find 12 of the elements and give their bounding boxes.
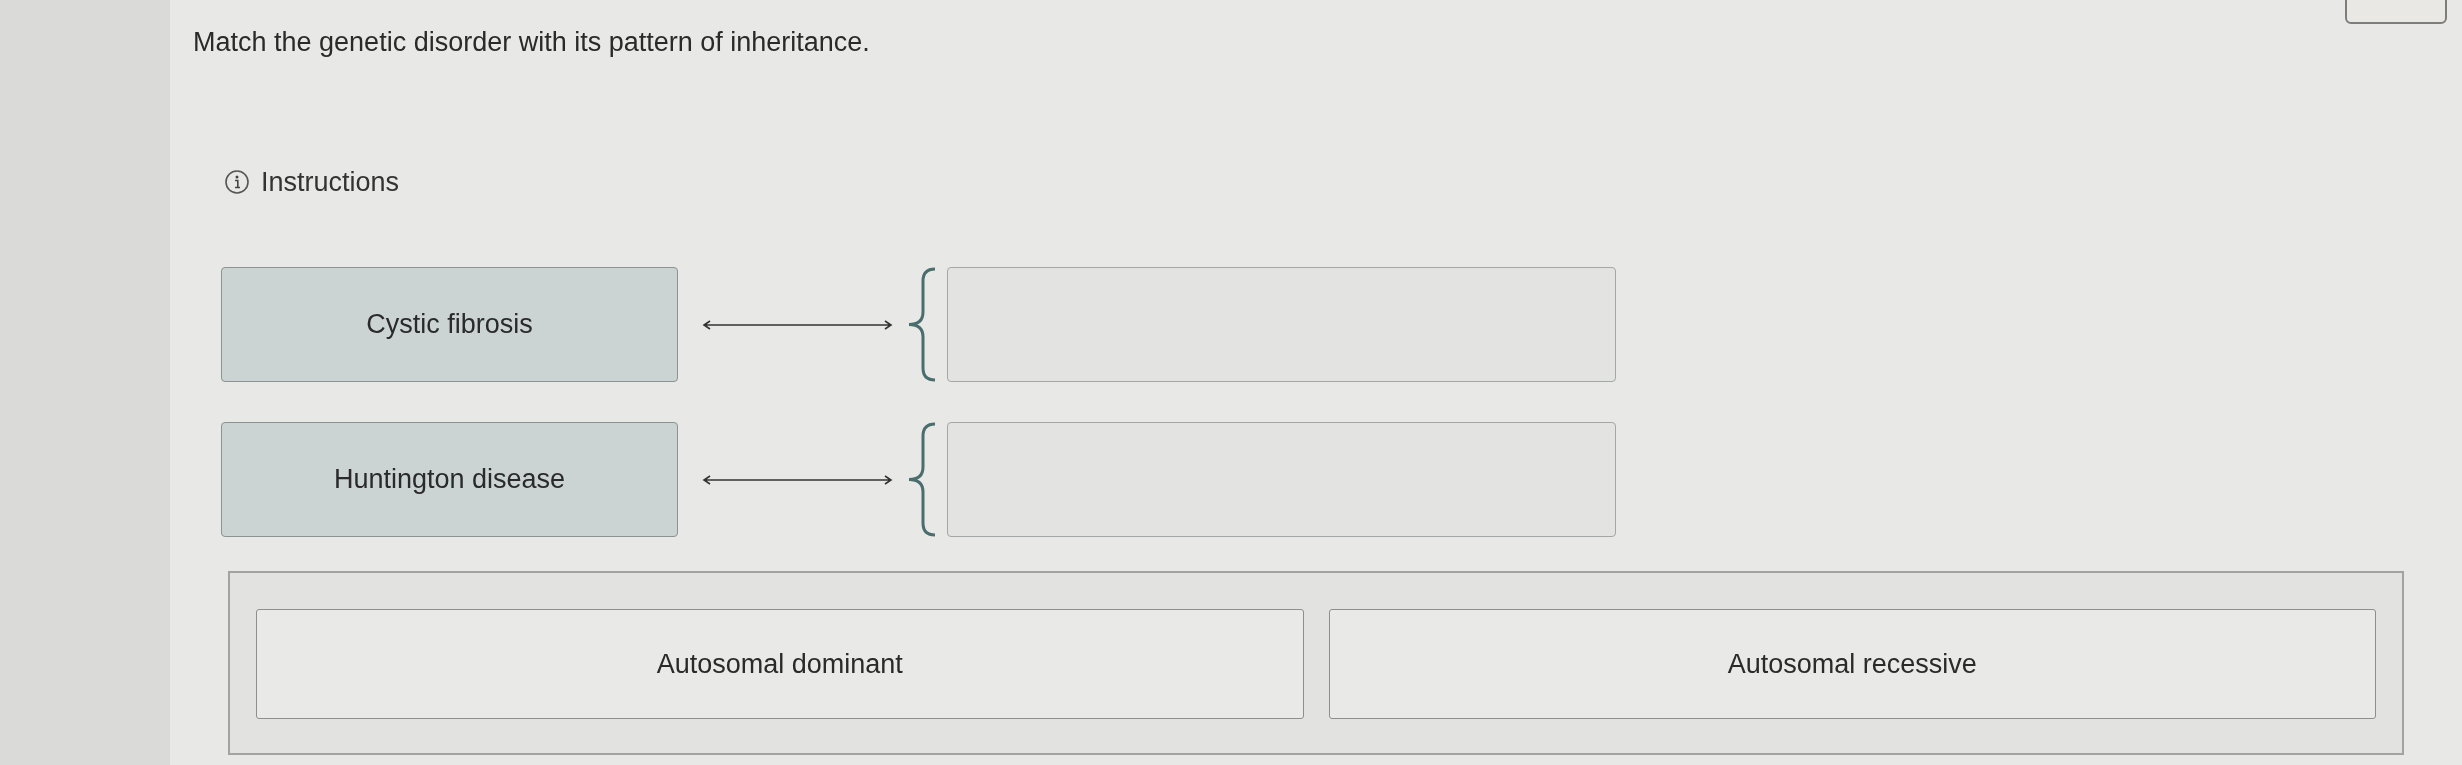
corner-button[interactable] [2345,0,2447,24]
drop-zone[interactable] [947,267,1616,382]
question-text: Match the genetic disorder with its pattern of inheritance. [193,26,870,59]
info-icon [225,170,249,194]
brace-icon [907,267,937,382]
answer-card[interactable]: Autosomal dominant [256,609,1304,719]
brace-icon [907,422,937,537]
drop-zone[interactable] [947,422,1616,537]
prompt-card: Cystic fibrosis [221,267,678,382]
answer-card[interactable]: Autosomal recessive [1328,609,2376,719]
instructions-toggle[interactable]: Instructions [261,164,400,200]
prompt-card: Huntington disease [221,422,678,537]
